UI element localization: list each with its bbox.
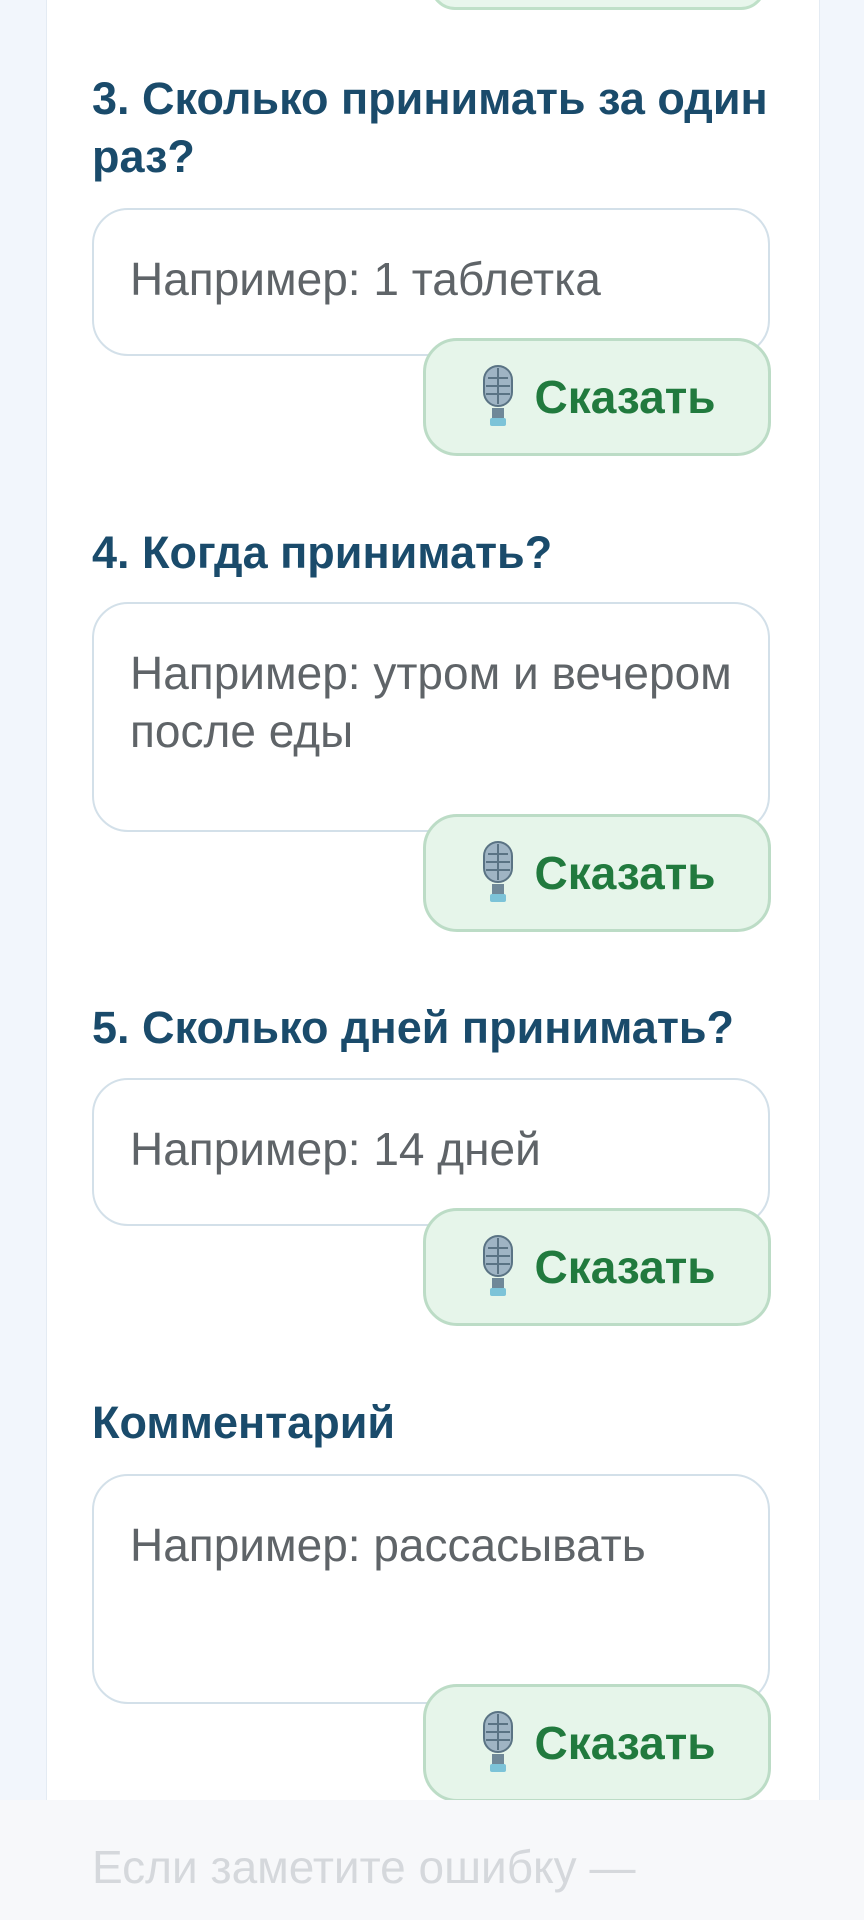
say-button-when[interactable]: Сказать	[423, 814, 771, 932]
say-button-label: Сказать	[534, 371, 716, 423]
say-button-label: Сказать	[534, 1717, 716, 1769]
question-title-days: 5. Сколько дней принимать?	[92, 1002, 735, 1053]
dose-input[interactable]: Например: 1 таблетка	[92, 208, 770, 356]
say-button-label: Сказать	[534, 1241, 716, 1293]
question-title-dose: 3. Сколько принимать за один раз?	[92, 73, 768, 182]
say-button-dose[interactable]: Сказать	[423, 338, 771, 456]
comment-input[interactable]: Например: рассасывать	[92, 1474, 770, 1704]
microphone-icon	[483, 1711, 514, 1772]
days-input[interactable]: Например: 14 дней	[92, 1078, 770, 1226]
footer-text: Если заметите ошибку —	[92, 1841, 636, 1893]
when-input-placeholder: Например: утром и вечером после еды	[130, 647, 732, 757]
say-button-label: Сказать	[534, 847, 716, 899]
when-input[interactable]: Например: утром и вечером после еды	[92, 602, 770, 832]
previous-say-button[interactable]	[430, 0, 766, 10]
say-button-days[interactable]: Сказать	[423, 1208, 771, 1326]
question-title-comment: Комментарий	[92, 1397, 396, 1448]
say-button-comment[interactable]: Сказать	[423, 1684, 771, 1802]
microphone-icon	[483, 841, 514, 902]
microphone-icon	[483, 1235, 514, 1296]
question-title-when: 4. Когда принимать?	[92, 527, 553, 578]
dose-input-placeholder: Например: 1 таблетка	[130, 253, 601, 305]
microphone-icon	[483, 365, 514, 426]
comment-input-placeholder: Например: рассасывать	[130, 1519, 646, 1571]
days-input-placeholder: Например: 14 дней	[130, 1123, 541, 1175]
